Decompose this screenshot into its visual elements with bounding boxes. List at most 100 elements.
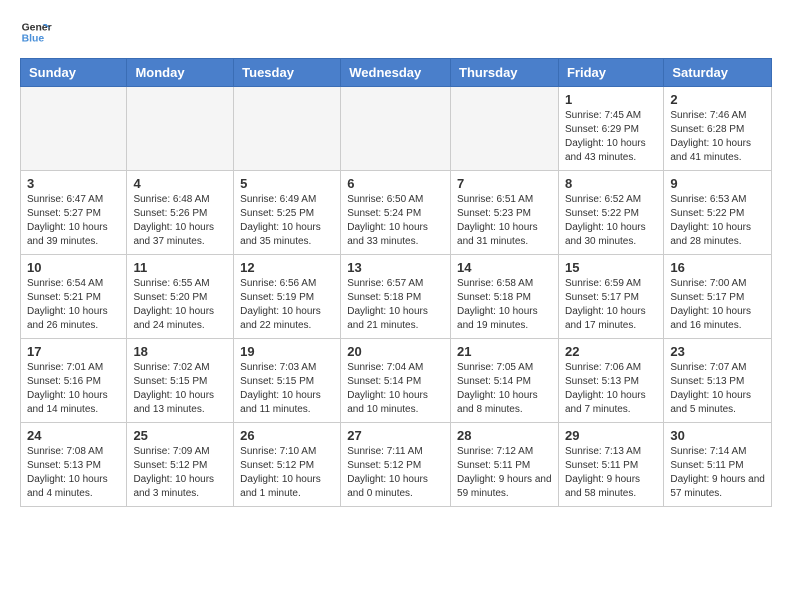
day-number: 15 xyxy=(565,260,657,275)
calendar-cell: 12 Sunrise: 6:56 AMSunset: 5:19 PMDayligh… xyxy=(234,255,341,339)
day-number: 30 xyxy=(670,428,765,443)
logo: General Blue xyxy=(20,16,52,48)
day-number: 29 xyxy=(565,428,657,443)
calendar-cell: 7 Sunrise: 6:51 AMSunset: 5:23 PMDaylight… xyxy=(451,171,559,255)
weekday-header-row: SundayMondayTuesdayWednesdayThursdayFrid… xyxy=(21,59,772,87)
day-info: Sunrise: 7:02 AMSunset: 5:15 PMDaylight:… xyxy=(133,361,227,417)
day-number: 17 xyxy=(27,344,120,359)
weekday-header-saturday: Saturday xyxy=(664,59,772,87)
day-number: 4 xyxy=(133,176,227,191)
day-number: 22 xyxy=(565,344,657,359)
day-number: 3 xyxy=(27,176,120,191)
calendar-table: SundayMondayTuesdayWednesdayThursdayFrid… xyxy=(20,58,772,507)
day-number: 12 xyxy=(240,260,334,275)
logo-icon: General Blue xyxy=(20,16,52,48)
calendar-cell: 9 Sunrise: 6:53 AMSunset: 5:22 PMDaylight… xyxy=(664,171,772,255)
day-info: Sunrise: 7:10 AMSunset: 5:12 PMDaylight:… xyxy=(240,445,334,501)
day-info: Sunrise: 7:14 AMSunset: 5:11 PMDaylight:… xyxy=(670,445,765,501)
day-number: 1 xyxy=(565,92,657,107)
day-info: Sunrise: 7:07 AMSunset: 5:13 PMDaylight:… xyxy=(670,361,765,417)
day-number: 19 xyxy=(240,344,334,359)
day-number: 13 xyxy=(347,260,444,275)
day-info: Sunrise: 7:09 AMSunset: 5:12 PMDaylight:… xyxy=(133,445,227,501)
day-info: Sunrise: 6:51 AMSunset: 5:23 PMDaylight:… xyxy=(457,193,552,249)
svg-text:General: General xyxy=(22,22,52,33)
day-number: 11 xyxy=(133,260,227,275)
weekday-header-friday: Friday xyxy=(558,59,663,87)
day-info: Sunrise: 7:03 AMSunset: 5:15 PMDaylight:… xyxy=(240,361,334,417)
day-info: Sunrise: 7:13 AMSunset: 5:11 PMDaylight:… xyxy=(565,445,657,501)
header: General Blue xyxy=(20,16,772,48)
day-number: 18 xyxy=(133,344,227,359)
day-info: Sunrise: 7:06 AMSunset: 5:13 PMDaylight:… xyxy=(565,361,657,417)
calendar-cell xyxy=(341,87,451,171)
calendar-cell xyxy=(21,87,127,171)
day-info: Sunrise: 7:04 AMSunset: 5:14 PMDaylight:… xyxy=(347,361,444,417)
week-row-3: 10 Sunrise: 6:54 AMSunset: 5:21 PMDayligh… xyxy=(21,255,772,339)
weekday-header-wednesday: Wednesday xyxy=(341,59,451,87)
day-number: 25 xyxy=(133,428,227,443)
day-number: 24 xyxy=(27,428,120,443)
calendar-cell: 26 Sunrise: 7:10 AMSunset: 5:12 PMDayligh… xyxy=(234,423,341,507)
day-info: Sunrise: 7:11 AMSunset: 5:12 PMDaylight:… xyxy=(347,445,444,501)
day-number: 27 xyxy=(347,428,444,443)
calendar-cell: 30 Sunrise: 7:14 AMSunset: 5:11 PMDayligh… xyxy=(664,423,772,507)
calendar-cell: 8 Sunrise: 6:52 AMSunset: 5:22 PMDaylight… xyxy=(558,171,663,255)
weekday-header-thursday: Thursday xyxy=(451,59,559,87)
calendar-cell: 11 Sunrise: 6:55 AMSunset: 5:20 PMDayligh… xyxy=(127,255,234,339)
day-number: 16 xyxy=(670,260,765,275)
day-info: Sunrise: 6:54 AMSunset: 5:21 PMDaylight:… xyxy=(27,277,120,333)
day-info: Sunrise: 7:00 AMSunset: 5:17 PMDaylight:… xyxy=(670,277,765,333)
calendar-cell: 25 Sunrise: 7:09 AMSunset: 5:12 PMDayligh… xyxy=(127,423,234,507)
calendar-cell: 2 Sunrise: 7:46 AMSunset: 6:28 PMDaylight… xyxy=(664,87,772,171)
calendar-cell xyxy=(234,87,341,171)
svg-text:Blue: Blue xyxy=(22,34,45,45)
day-number: 10 xyxy=(27,260,120,275)
day-info: Sunrise: 6:52 AMSunset: 5:22 PMDaylight:… xyxy=(565,193,657,249)
week-row-4: 17 Sunrise: 7:01 AMSunset: 5:16 PMDayligh… xyxy=(21,339,772,423)
day-number: 7 xyxy=(457,176,552,191)
day-info: Sunrise: 6:56 AMSunset: 5:19 PMDaylight:… xyxy=(240,277,334,333)
calendar-cell: 1 Sunrise: 7:45 AMSunset: 6:29 PMDaylight… xyxy=(558,87,663,171)
day-number: 14 xyxy=(457,260,552,275)
day-info: Sunrise: 6:49 AMSunset: 5:25 PMDaylight:… xyxy=(240,193,334,249)
day-number: 26 xyxy=(240,428,334,443)
day-info: Sunrise: 6:59 AMSunset: 5:17 PMDaylight:… xyxy=(565,277,657,333)
calendar-cell: 13Sunrise: 6:57 AMSunset: 5:18 PMDayligh… xyxy=(341,255,451,339)
calendar-cell: 10 Sunrise: 6:54 AMSunset: 5:21 PMDayligh… xyxy=(21,255,127,339)
weekday-header-sunday: Sunday xyxy=(21,59,127,87)
day-info: Sunrise: 6:55 AMSunset: 5:20 PMDaylight:… xyxy=(133,277,227,333)
week-row-5: 24 Sunrise: 7:08 AMSunset: 5:13 PMDayligh… xyxy=(21,423,772,507)
day-info: Sunrise: 7:46 AMSunset: 6:28 PMDaylight:… xyxy=(670,109,765,165)
day-number: 6 xyxy=(347,176,444,191)
calendar-cell: 3 Sunrise: 6:47 AMSunset: 5:27 PMDaylight… xyxy=(21,171,127,255)
day-number: 5 xyxy=(240,176,334,191)
week-row-2: 3 Sunrise: 6:47 AMSunset: 5:27 PMDaylight… xyxy=(21,171,772,255)
day-number: 9 xyxy=(670,176,765,191)
weekday-header-tuesday: Tuesday xyxy=(234,59,341,87)
day-info: Sunrise: 7:45 AMSunset: 6:29 PMDaylight:… xyxy=(565,109,657,165)
calendar-cell: 20 Sunrise: 7:04 AMSunset: 5:14 PMDayligh… xyxy=(341,339,451,423)
calendar-cell xyxy=(451,87,559,171)
calendar-cell: 17 Sunrise: 7:01 AMSunset: 5:16 PMDayligh… xyxy=(21,339,127,423)
calendar-cell: 28Sunrise: 7:12 AMSunset: 5:11 PMDayligh… xyxy=(451,423,559,507)
calendar-cell: 23Sunrise: 7:07 AMSunset: 5:13 PMDayligh… xyxy=(664,339,772,423)
day-info: Sunrise: 7:01 AMSunset: 5:16 PMDaylight:… xyxy=(27,361,120,417)
day-number: 8 xyxy=(565,176,657,191)
day-info: Sunrise: 7:08 AMSunset: 5:13 PMDaylight:… xyxy=(27,445,120,501)
day-info: Sunrise: 6:48 AMSunset: 5:26 PMDaylight:… xyxy=(133,193,227,249)
day-info: Sunrise: 6:50 AMSunset: 5:24 PMDaylight:… xyxy=(347,193,444,249)
day-info: Sunrise: 6:47 AMSunset: 5:27 PMDaylight:… xyxy=(27,193,120,249)
day-info: Sunrise: 6:53 AMSunset: 5:22 PMDaylight:… xyxy=(670,193,765,249)
day-number: 20 xyxy=(347,344,444,359)
day-number: 2 xyxy=(670,92,765,107)
calendar-cell: 14Sunrise: 6:58 AMSunset: 5:18 PMDayligh… xyxy=(451,255,559,339)
calendar-cell xyxy=(127,87,234,171)
calendar-cell: 19 Sunrise: 7:03 AMSunset: 5:15 PMDayligh… xyxy=(234,339,341,423)
day-number: 28 xyxy=(457,428,552,443)
calendar-cell: 21Sunrise: 7:05 AMSunset: 5:14 PMDayligh… xyxy=(451,339,559,423)
calendar-cell: 5 Sunrise: 6:49 AMSunset: 5:25 PMDaylight… xyxy=(234,171,341,255)
day-number: 21 xyxy=(457,344,552,359)
calendar-cell: 18 Sunrise: 7:02 AMSunset: 5:15 PMDayligh… xyxy=(127,339,234,423)
week-row-1: 1 Sunrise: 7:45 AMSunset: 6:29 PMDaylight… xyxy=(21,87,772,171)
